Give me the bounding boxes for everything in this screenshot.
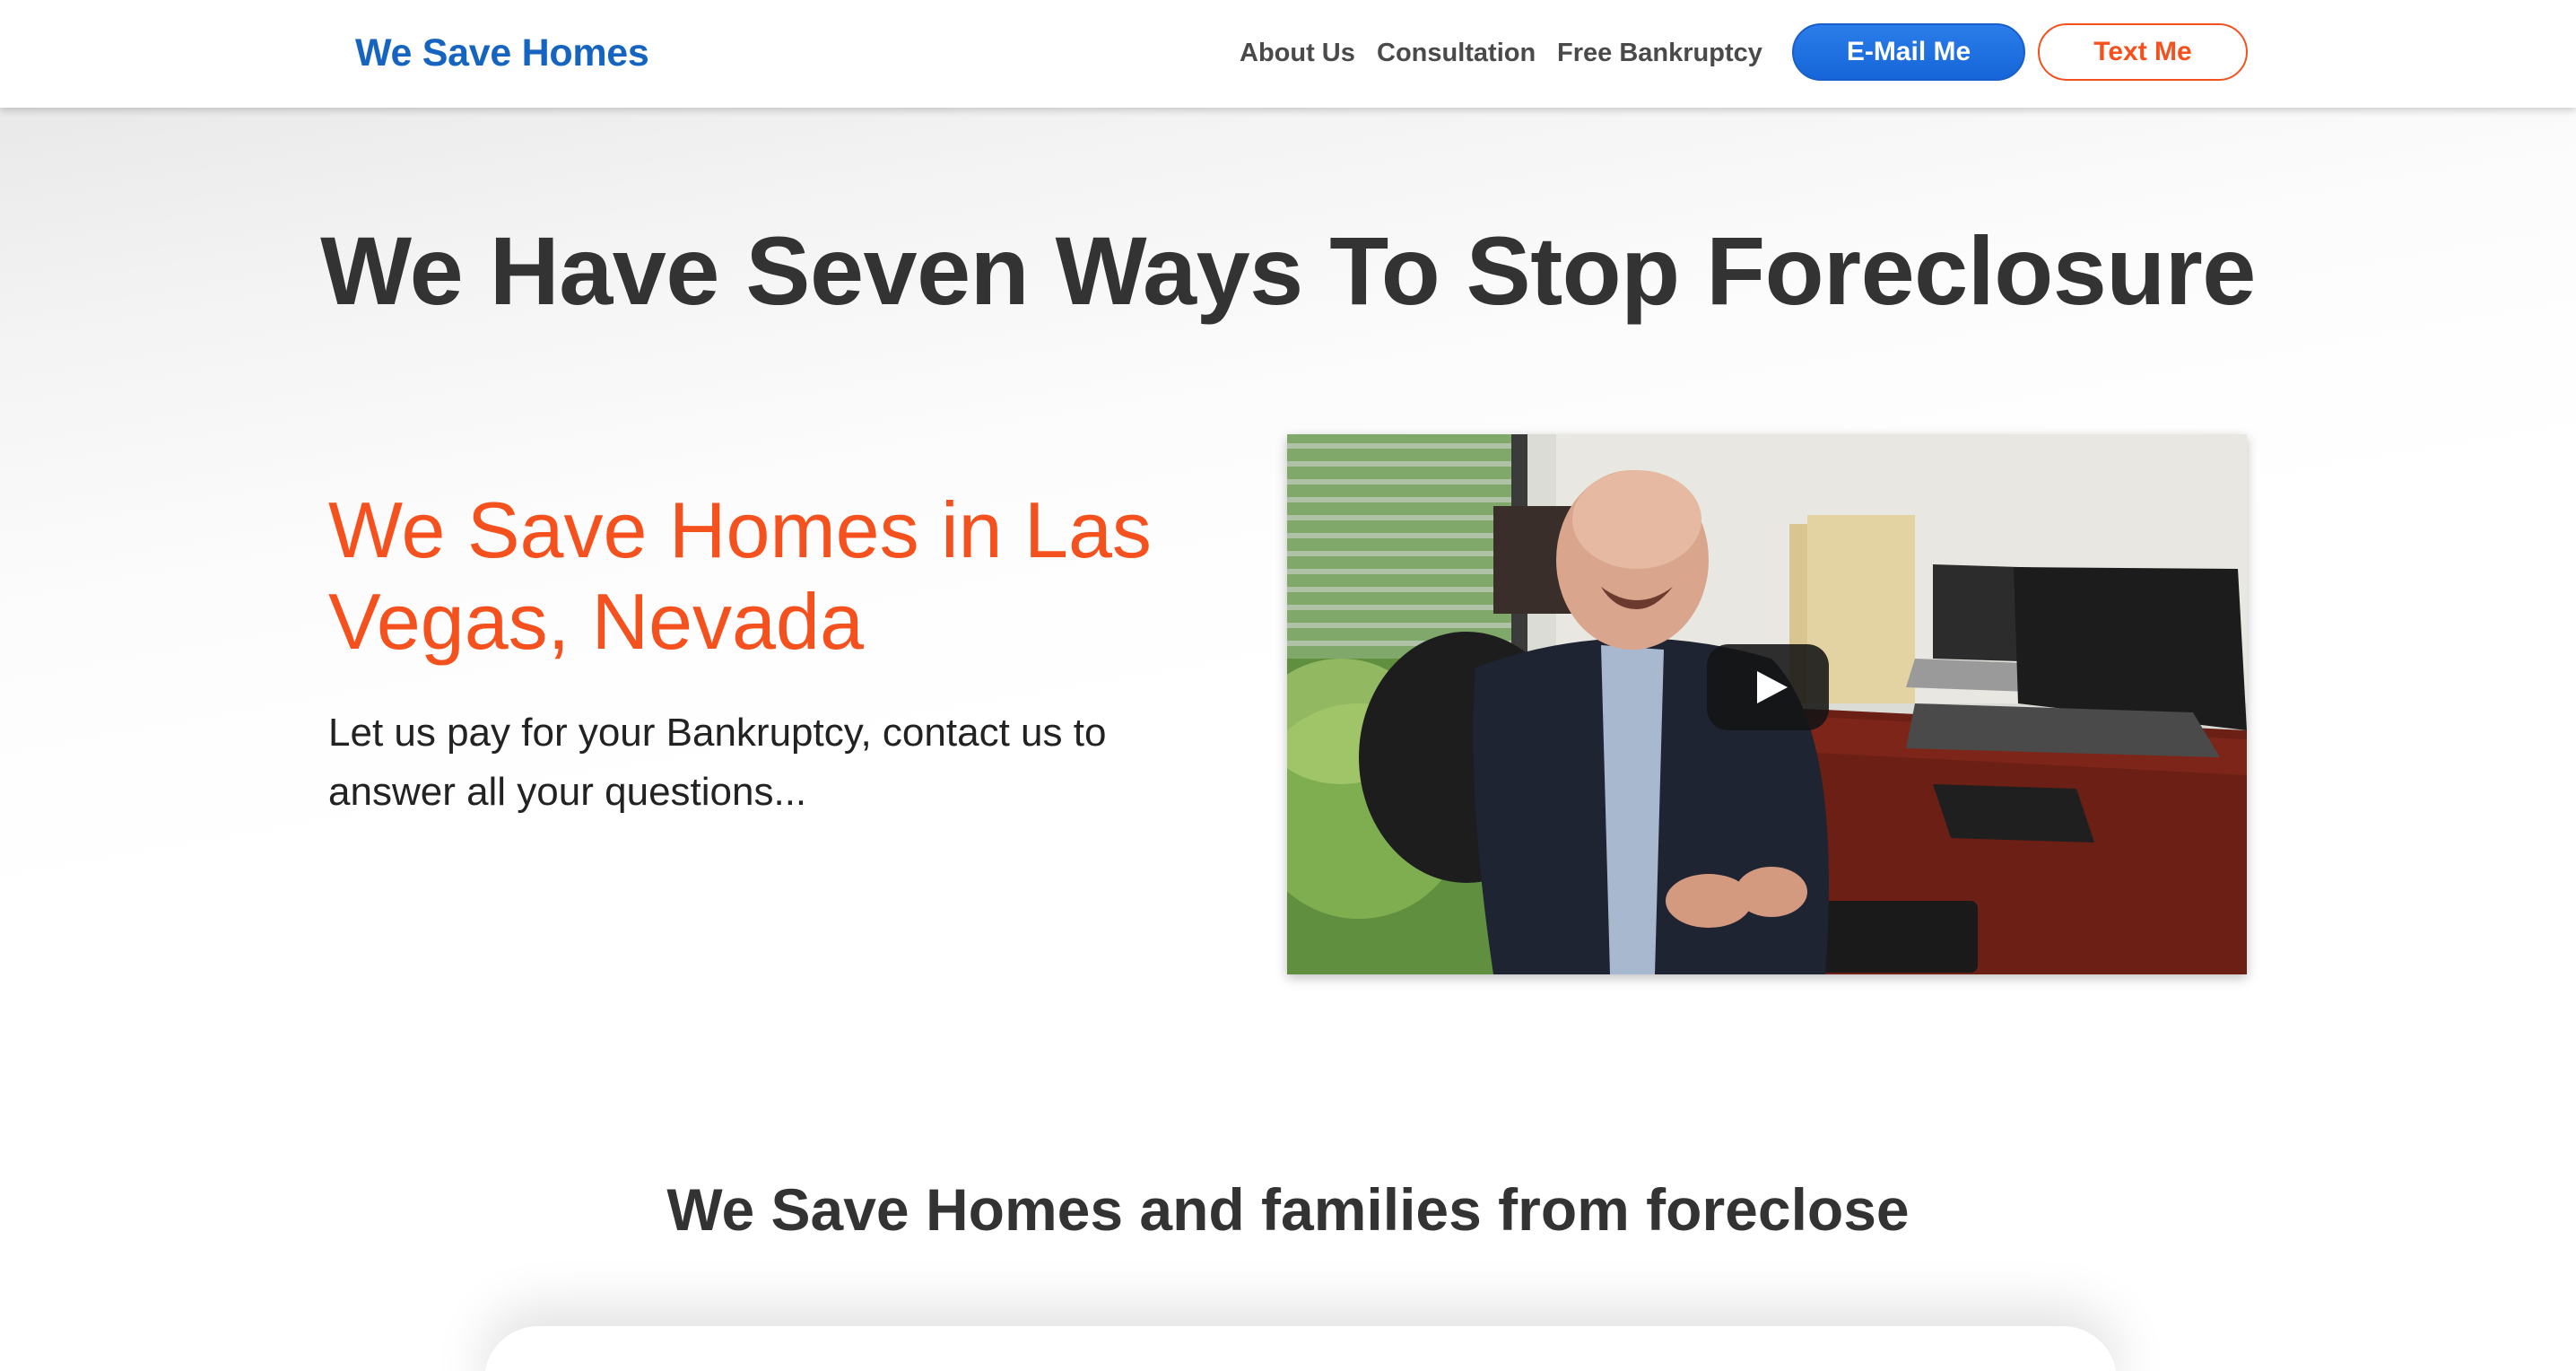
site-header: We Save Homes About Us Consultation Free… (0, 0, 2576, 108)
nav-consultation[interactable]: Consultation (1377, 32, 1536, 74)
video-player[interactable] (1287, 434, 2247, 974)
site-logo[interactable]: We Save Homes (355, 27, 649, 79)
nav-free-bankruptcy[interactable]: Free Bankruptcy (1557, 32, 1762, 74)
text-me-button[interactable]: Text Me (2038, 23, 2248, 81)
section-heading: We Save Homes and families from foreclos… (666, 1176, 1910, 1243)
email-me-button[interactable]: E-Mail Me (1792, 23, 2025, 81)
page: We Save Homes About Us Consultation Free… (0, 0, 2576, 1371)
nav-about-us[interactable]: About Us (1240, 32, 1355, 74)
play-icon[interactable] (1707, 644, 1829, 730)
hero-description: Let us pay for your Bankruptcy, contact … (328, 711, 1107, 814)
hero-title: We Have Seven Ways To Stop Foreclosure (320, 216, 2256, 325)
location-heading: We Save Homes in Las Vegas, Nevada (328, 485, 1152, 666)
content-card (484, 1326, 2117, 1371)
